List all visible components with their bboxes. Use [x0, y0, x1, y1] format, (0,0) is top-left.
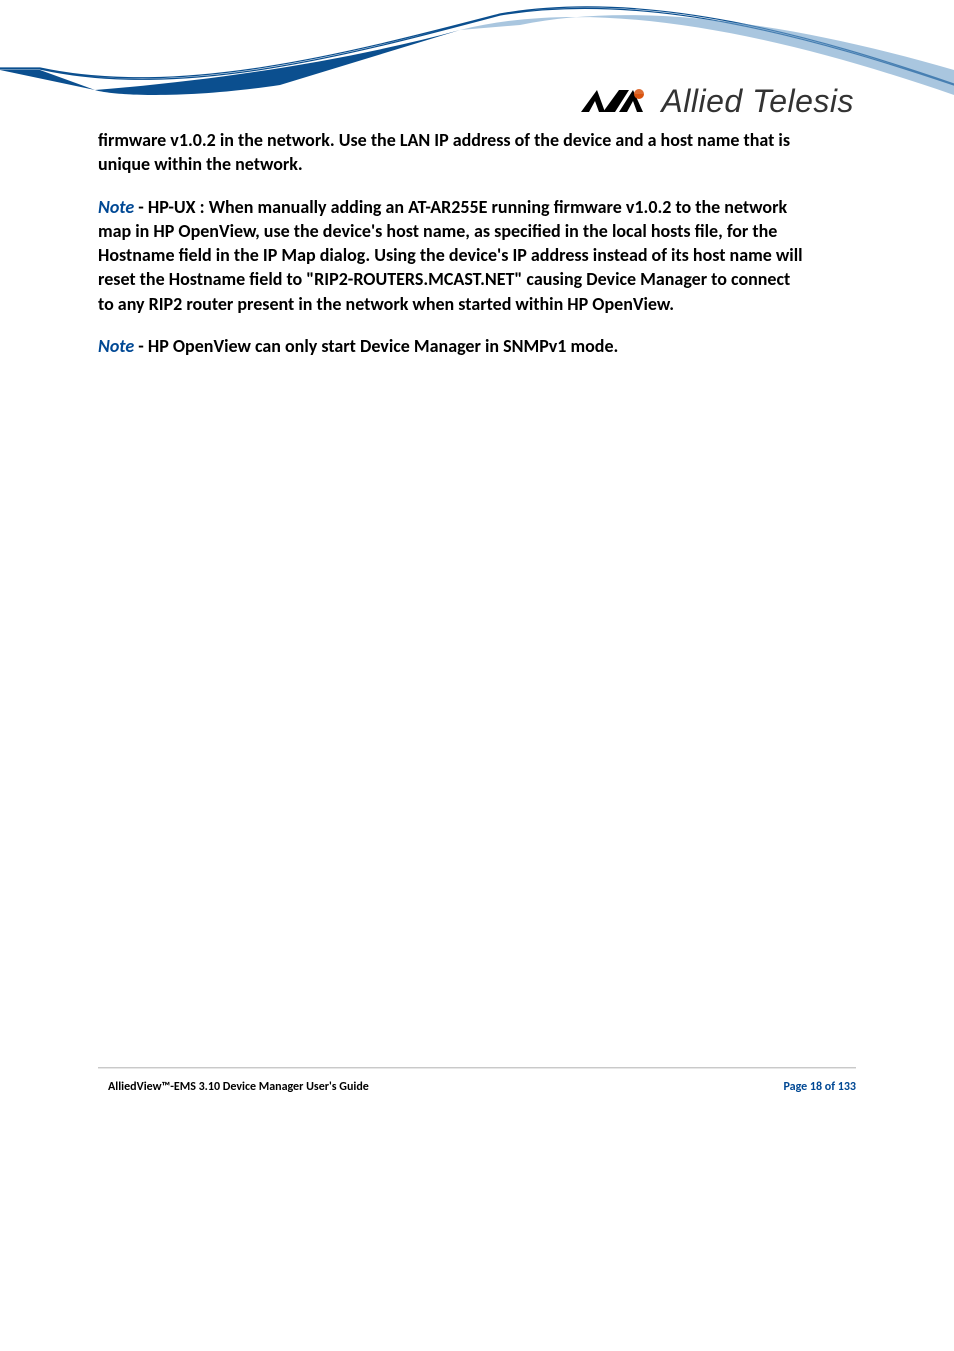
footer-doc-title: AlliedView™-EMS 3.10 Device Manager User… — [108, 1080, 369, 1094]
paragraph-2: Note - HP-UX : When manually adding an A… — [98, 195, 803, 316]
footer-page-number: Page 18 of 133 — [784, 1080, 856, 1094]
note-label: Note — [98, 335, 134, 357]
brand-logo: Allied Telesis — [581, 83, 854, 120]
paragraph-1: firmware v1.0.2 in the network. Use the … — [98, 128, 803, 177]
brand-name: Allied Telesis — [661, 83, 854, 120]
footer-rule — [98, 1067, 856, 1069]
allied-telesis-mark-icon — [581, 88, 651, 116]
page-content: firmware v1.0.2 in the network. Use the … — [98, 128, 803, 376]
paragraph-2-text: - HP-UX : When manually adding an AT-AR2… — [98, 196, 803, 315]
page-footer: AlliedView™-EMS 3.10 Device Manager User… — [108, 1080, 856, 1094]
note-label: Note — [98, 196, 134, 218]
paragraph-3-text: - HP OpenView can only start Device Mana… — [134, 335, 618, 357]
paragraph-3: Note - HP OpenView can only start Device… — [98, 334, 803, 358]
page: Allied Telesis firmware v1.0.2 in the ne… — [0, 0, 954, 1351]
